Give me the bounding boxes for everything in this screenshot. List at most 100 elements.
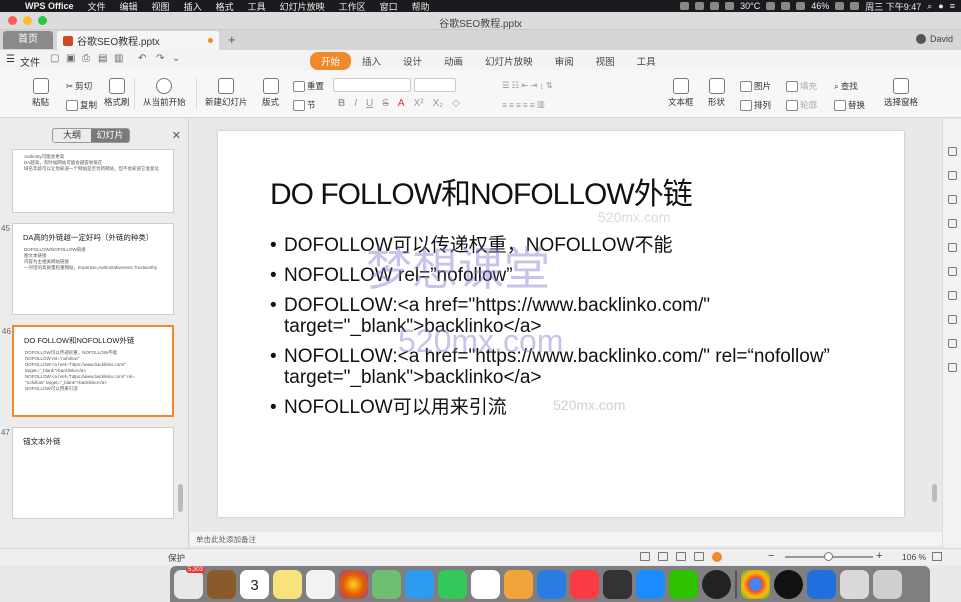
- tab-start[interactable]: 开始: [310, 52, 352, 70]
- status-cloud-icon[interactable]: [725, 2, 735, 10]
- status-camera-icon[interactable]: [766, 2, 776, 10]
- zoom-slider-handle[interactable]: [824, 552, 833, 561]
- menubar-item-tools[interactable]: 工具: [241, 0, 273, 13]
- align-right-icon[interactable]: ≡: [516, 100, 521, 110]
- podcasts-app-icon[interactable]: [603, 569, 632, 599]
- menubar-item-view[interactable]: 视图: [145, 0, 177, 13]
- cut-button[interactable]: ✂ 剪切: [66, 80, 92, 92]
- keynote-app-icon[interactable]: [537, 569, 566, 599]
- side-tool-icon[interactable]: [947, 195, 957, 204]
- status-wps-icon[interactable]: [695, 2, 705, 10]
- menubar-item-edit[interactable]: 编辑: [113, 0, 145, 13]
- quick-save-icon[interactable]: ▣: [66, 53, 75, 64]
- replace-button[interactable]: 替换: [834, 99, 865, 111]
- menubar-item-window[interactable]: 窗口: [373, 0, 405, 13]
- app-store-icon[interactable]: [636, 569, 665, 599]
- calendar-app-icon[interactable]: 3: [240, 569, 269, 599]
- wechat-app-icon[interactable]: [669, 569, 698, 599]
- tab-home[interactable]: 首页: [3, 31, 53, 49]
- battery-icon[interactable]: [835, 2, 845, 10]
- slide-thumbnail[interactable]: 47 锚文本外链: [1, 427, 174, 519]
- menubar-item-workspace[interactable]: 工作区: [332, 0, 373, 13]
- reminders-app-icon[interactable]: [306, 569, 335, 599]
- numbers-app-icon[interactable]: [471, 569, 500, 599]
- italic-button[interactable]: I: [354, 98, 357, 109]
- qq-app-icon[interactable]: [774, 569, 803, 599]
- fit-window-icon[interactable]: [932, 552, 942, 561]
- bold-button[interactable]: B: [338, 98, 345, 109]
- slide-thumbnail[interactable]: 45 DA高的外链越一定好吗（外链的种类） DOFOLLOW/NOFOLLOW链…: [1, 223, 174, 315]
- tab-tools[interactable]: 工具: [626, 52, 667, 70]
- text-box-button[interactable]: 文本框: [668, 78, 694, 108]
- tab-document[interactable]: 谷歌SEO教程.pptx: [57, 31, 219, 50]
- control-center-icon[interactable]: ≡: [950, 1, 955, 11]
- protect-status[interactable]: 保护: [168, 552, 185, 564]
- slide-thumbnail-selected[interactable]: 46 DO FOLLOW和NOFOLLOW外链 DOFOLLOW可以传递权重，N…: [2, 325, 174, 417]
- side-tool-icon[interactable]: [947, 315, 957, 324]
- fill-button[interactable]: 填充: [786, 80, 817, 92]
- quick-print-icon[interactable]: ⎙: [82, 53, 90, 64]
- menubar-item-help[interactable]: 帮助: [405, 0, 437, 13]
- sorter-view-icon[interactable]: [676, 552, 686, 561]
- side-tool-icon[interactable]: [947, 339, 957, 348]
- font-name-select[interactable]: [333, 78, 411, 92]
- outline-button[interactable]: 轮廓: [786, 99, 817, 111]
- wifi-icon[interactable]: [796, 2, 806, 10]
- selection-pane-button[interactable]: 选择窗格: [884, 78, 918, 108]
- align-center-icon[interactable]: ≡: [509, 100, 514, 110]
- status-vpn-icon[interactable]: [710, 2, 720, 10]
- hamburger-icon[interactable]: ☰: [6, 54, 15, 65]
- increase-indent-icon[interactable]: ⇥: [530, 80, 537, 91]
- quick-preview-icon[interactable]: ▤: [98, 53, 107, 64]
- zoom-level[interactable]: 106 %: [902, 552, 926, 562]
- underline-button[interactable]: U: [366, 98, 373, 109]
- user-icon[interactable]: ●: [938, 1, 943, 11]
- current-slide[interactable]: DO FOLLOW和NOFOLLOW外链 DOFOLLOW可以传递权重，NOFO…: [218, 131, 904, 517]
- tab-design[interactable]: 设计: [392, 52, 433, 70]
- zoom-in-icon[interactable]: +: [876, 550, 882, 562]
- undo-icon[interactable]: ↶: [138, 53, 146, 64]
- section-button[interactable]: 节: [293, 99, 316, 111]
- photos-app-icon[interactable]: [339, 569, 368, 599]
- tab-animation[interactable]: 动画: [433, 52, 474, 70]
- status-bluetooth-icon[interactable]: [781, 2, 791, 10]
- tab-slideshow[interactable]: 幻灯片放映: [474, 52, 544, 70]
- canvas-scrollbar[interactable]: [932, 484, 937, 502]
- copy-button[interactable]: 复制: [66, 99, 97, 111]
- side-tool-icon[interactable]: [947, 147, 957, 156]
- close-icon[interactable]: ✕: [172, 129, 181, 142]
- layout-button[interactable]: 版式: [262, 78, 279, 108]
- tab-review[interactable]: 审阅: [544, 52, 585, 70]
- decrease-indent-icon[interactable]: ⇤: [521, 80, 528, 91]
- side-tool-icon[interactable]: [947, 291, 957, 300]
- reading-view-icon[interactable]: [694, 552, 704, 561]
- shape-button[interactable]: 形状: [708, 78, 725, 108]
- side-tool-icon[interactable]: [947, 243, 957, 252]
- side-tool-icon[interactable]: [947, 363, 957, 372]
- battery-percent[interactable]: 46%: [811, 1, 829, 11]
- facetime-app-icon[interactable]: [438, 569, 467, 599]
- format-painter-button[interactable]: 格式刷: [104, 78, 130, 108]
- bullet-list-icon[interactable]: ☰: [502, 80, 510, 91]
- tab-slides[interactable]: 幻灯片: [91, 129, 129, 142]
- font-size-select[interactable]: [414, 78, 456, 92]
- chrome-app-icon[interactable]: [741, 569, 770, 599]
- more-quick-icon[interactable]: ⌄: [172, 53, 180, 64]
- notes-app-icon[interactable]: [273, 569, 302, 599]
- justify-icon[interactable]: ≡: [523, 100, 528, 110]
- redo-icon[interactable]: ↷: [156, 53, 164, 64]
- messages-app-icon[interactable]: [405, 569, 434, 599]
- align-left-icon[interactable]: ≡: [502, 100, 507, 110]
- input-method-icon[interactable]: [850, 2, 860, 10]
- clock[interactable]: 周三 下午9:47: [865, 0, 921, 13]
- strikethrough-button[interactable]: S: [382, 98, 389, 109]
- tab-insert[interactable]: 插入: [351, 52, 392, 70]
- play-from-current-button[interactable]: 从当前开始: [143, 78, 186, 108]
- music-app-icon[interactable]: [570, 569, 599, 599]
- obs-app-icon[interactable]: [702, 569, 731, 599]
- side-tool-icon[interactable]: [947, 219, 957, 228]
- columns-icon[interactable]: ▥: [537, 99, 545, 110]
- side-tool-icon[interactable]: [947, 267, 957, 276]
- maps-app-icon[interactable]: [372, 569, 401, 599]
- reset-button[interactable]: 重置: [293, 80, 324, 92]
